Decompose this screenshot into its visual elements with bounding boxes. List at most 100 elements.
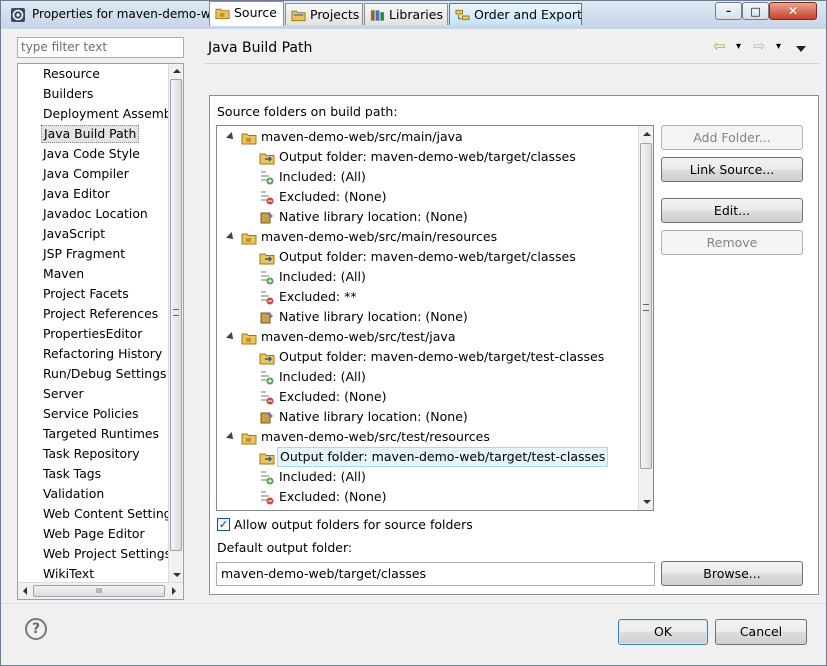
forward-nav-button[interactable]: ⇨ ▾ xyxy=(753,37,787,57)
tree-scroll-up-arrow-icon[interactable] xyxy=(643,132,651,136)
folder-attribute-row[interactable]: Excluded: (None) xyxy=(217,387,637,407)
scroll-right-arrow-icon[interactable] xyxy=(172,587,176,595)
inclusion-filter-icon xyxy=(259,170,275,185)
filter-input[interactable]: type filter text xyxy=(17,37,184,58)
tab-source[interactable]: Source xyxy=(209,1,284,26)
tree-row-label: Output folder: maven-demo-web/target/tes… xyxy=(277,447,609,467)
source-folder-row[interactable]: maven-demo-web/src/test/java xyxy=(217,327,637,347)
property-page-tree[interactable]: Resource Builders Deployment Assembly Java … xyxy=(17,63,184,600)
link-source-button[interactable]: Link Source... xyxy=(661,157,803,182)
nav-item[interactable]: Java Editor xyxy=(41,185,112,203)
nav-horizontal-scrollbar[interactable]: III xyxy=(18,582,183,599)
nav-item[interactable]: Resource xyxy=(41,65,102,83)
folder-attribute-row[interactable]: Native library location: (None) xyxy=(217,207,637,227)
nav-item[interactable]: Task Tags xyxy=(41,465,103,483)
tree-vertical-scrollbar[interactable] xyxy=(638,126,653,510)
nav-item[interactable]: Project References xyxy=(41,305,160,323)
folder-attribute-row[interactable]: Output folder: maven-demo-web/target/tes… xyxy=(217,347,637,367)
nav-item[interactable]: Maven xyxy=(41,265,86,283)
folder-attribute-row[interactable]: Included: (All) xyxy=(217,167,637,187)
tree-scroll-down-arrow-icon[interactable] xyxy=(643,500,651,504)
view-menu-icon[interactable] xyxy=(796,46,806,52)
source-folder-row[interactable]: maven-demo-web/src/main/resources xyxy=(217,227,637,247)
folder-attribute-row[interactable]: Native library location: (None) xyxy=(217,307,637,327)
source-folder-row[interactable]: maven-demo-web/src/test/resources xyxy=(217,427,637,447)
nav-item[interactable]: Service Policies xyxy=(41,405,141,423)
filter-placeholder: type filter text xyxy=(21,40,108,54)
nav-item[interactable]: Java Build Path xyxy=(41,125,140,143)
minimize-button[interactable]: – xyxy=(715,2,742,20)
nav-item[interactable]: WikiText xyxy=(41,565,96,583)
source-folder-icon xyxy=(241,130,257,145)
folder-attribute-row[interactable]: Excluded: (None) xyxy=(217,187,637,207)
nav-vertical-scrollbar[interactable] xyxy=(168,64,183,582)
tree-row-label: Included: (All) xyxy=(279,269,366,284)
nav-hscroll-thumb[interactable]: III xyxy=(33,585,165,597)
source-folders-heading: Source folders on build path: xyxy=(217,104,398,119)
nav-item[interactable]: Server xyxy=(41,385,86,403)
nav-item[interactable]: Web Project Settings xyxy=(41,545,173,563)
scroll-up-arrow-icon[interactable] xyxy=(173,69,181,73)
nav-item[interactable]: Builders xyxy=(41,85,95,103)
folder-attribute-row[interactable]: Output folder: maven-demo-web/target/cla… xyxy=(217,247,637,267)
tree-row-label: Excluded: (None) xyxy=(279,189,387,204)
source-folder-row[interactable]: maven-demo-web/src/main/java xyxy=(217,127,637,147)
nav-item[interactable]: Web Page Editor xyxy=(41,525,147,543)
source-folders-tree[interactable]: maven-demo-web/src/main/java Output folde… xyxy=(216,125,654,511)
tab-projects[interactable]: Projects xyxy=(285,3,363,25)
ok-button[interactable]: OK xyxy=(618,619,708,645)
cancel-button[interactable]: Cancel xyxy=(715,619,807,645)
folder-attribute-row[interactable]: Native library location: (None) xyxy=(217,407,637,427)
exclusion-filter-icon xyxy=(259,290,275,305)
back-nav-button[interactable]: ⇦ ▾ xyxy=(713,37,747,57)
close-button[interactable]: ✕ xyxy=(769,2,817,20)
nav-item[interactable]: Javadoc Location xyxy=(41,205,150,223)
default-output-folder-field[interactable]: maven-demo-web/target/classes xyxy=(216,562,655,586)
tree-expand-icon[interactable] xyxy=(226,332,236,342)
nav-item[interactable]: Project Facets xyxy=(41,285,131,303)
tab-order-export[interactable]: Order and Export xyxy=(449,3,582,25)
maximize-button[interactable]: □ xyxy=(742,2,769,20)
nav-item[interactable]: Deployment Assembly xyxy=(41,105,183,123)
nav-item[interactable]: Refactoring History xyxy=(41,345,164,363)
folder-attribute-row[interactable]: Output folder: maven-demo-web/target/tes… xyxy=(217,447,637,467)
nav-item[interactable]: Task Repository xyxy=(41,445,142,463)
remove-button[interactable]: Remove xyxy=(661,230,803,255)
projects-icon xyxy=(291,10,306,22)
scroll-down-arrow-icon[interactable] xyxy=(173,573,181,577)
nav-item[interactable]: Targeted Runtimes xyxy=(41,425,161,443)
nav-item[interactable]: JavaScript xyxy=(41,225,107,243)
tree-expand-icon[interactable] xyxy=(226,232,236,242)
libraries-icon xyxy=(370,10,385,21)
tree-expand-icon[interactable] xyxy=(226,132,236,142)
help-icon[interactable]: ? xyxy=(25,618,47,640)
nav-item[interactable]: JSP Fragment xyxy=(41,245,127,263)
nav-item[interactable]: Run/Debug Settings xyxy=(41,365,168,383)
nav-item[interactable]: Web Content Settings xyxy=(41,505,180,523)
nav-item[interactable]: Java Compiler xyxy=(41,165,131,183)
folder-attribute-row[interactable]: Included: (All) xyxy=(217,267,637,287)
folder-attribute-row[interactable]: Output folder: maven-demo-web/target/cla… xyxy=(217,147,637,167)
tree-expand-icon[interactable] xyxy=(226,432,236,442)
add-folder-button[interactable]: Add Folder... xyxy=(661,125,803,150)
nav-item[interactable]: PropertiesEditor xyxy=(41,325,144,343)
native-library-icon xyxy=(259,210,275,225)
nav-item[interactable]: Java Code Style xyxy=(41,145,142,163)
folder-attribute-row[interactable]: Included: (All) xyxy=(217,367,637,387)
allow-output-folders-label[interactable]: Allow output folders for source folders xyxy=(234,517,473,532)
folder-attribute-row[interactable]: Excluded: ** xyxy=(217,287,637,307)
edit-button[interactable]: Edit... xyxy=(661,198,803,223)
minimize-icon: – xyxy=(726,5,731,17)
tree-row-label: maven-demo-web/src/test/resources xyxy=(261,429,490,444)
nav-item[interactable]: Validation xyxy=(41,485,106,503)
folder-attribute-row[interactable]: Included: (All) xyxy=(217,467,637,487)
tab-libraries[interactable]: Libraries xyxy=(364,3,448,25)
browse-button[interactable]: Browse... xyxy=(661,561,803,586)
default-output-folder-value: maven-demo-web/target/classes xyxy=(221,566,427,581)
checkmark-icon: ✓ xyxy=(218,518,229,531)
forward-dropdown-icon: ▾ xyxy=(776,41,782,52)
folder-attribute-row[interactable]: Excluded: (None) xyxy=(217,487,637,507)
scroll-left-arrow-icon[interactable] xyxy=(23,587,27,595)
allow-output-folders-checkbox[interactable]: ✓ xyxy=(217,518,230,531)
tree-row-label: Included: (All) xyxy=(279,169,366,184)
